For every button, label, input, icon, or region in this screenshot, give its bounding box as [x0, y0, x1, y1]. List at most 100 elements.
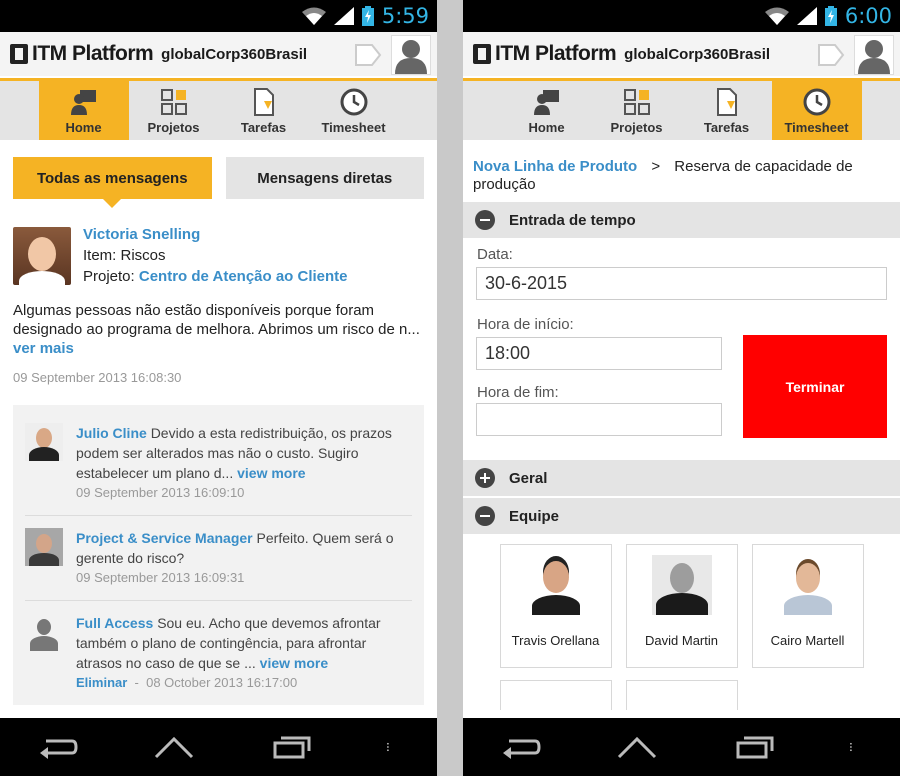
- back-icon[interactable]: [499, 733, 543, 761]
- comment-timestamp: 09 September 2013 16:09:10: [76, 485, 245, 500]
- delete-comment-link[interactable]: Eliminar: [76, 675, 127, 690]
- recent-apps-icon[interactable]: [269, 733, 313, 761]
- time-entry-form: Data: 30-6-2015 Hora de início: 18:00 Ho…: [463, 238, 900, 460]
- system-nav-bar: [0, 718, 437, 776]
- overflow-menu-icon[interactable]: [385, 733, 401, 761]
- phone-screen-timesheet: 6:00 ITM Platform globalCorp360Brasil Ho…: [463, 0, 900, 776]
- tab-all-messages[interactable]: Todas as mensagens: [13, 157, 212, 208]
- member-name: David Martin: [645, 633, 718, 648]
- commenter-photo[interactable]: [25, 528, 63, 566]
- post-body: Algumas pessoas não estão disponíveis po…: [13, 302, 420, 338]
- comment-author-link[interactable]: Julio Cline: [76, 425, 147, 441]
- team-grid: Travis Orellana David Martin Cairo Marte…: [463, 534, 900, 668]
- tab-timesheet[interactable]: Timesheet: [771, 81, 862, 140]
- expand-icon: [475, 468, 495, 488]
- commenter-photo[interactable]: [25, 423, 63, 461]
- section-title: Geral: [509, 469, 548, 487]
- clock-icon: [803, 88, 830, 116]
- itm-logo[interactable]: ITM Platform: [473, 42, 617, 66]
- section-time-entry-header[interactable]: Entrada de tempo: [463, 202, 900, 238]
- team-grid-next-row: [463, 668, 900, 710]
- section-team-header[interactable]: Equipe: [463, 498, 900, 534]
- home-button-icon[interactable]: [615, 733, 659, 761]
- home-button-icon[interactable]: [152, 733, 196, 761]
- breadcrumb-separator: >: [651, 158, 661, 175]
- breadcrumb: Nova Linha de Produto > Reserva de capac…: [463, 143, 900, 202]
- comment-item: Full Access Sou eu. Acho que devemos afr…: [25, 601, 412, 705]
- company-name: globalCorp360Brasil: [624, 45, 771, 63]
- tab-tasks[interactable]: Tarefas: [682, 81, 772, 140]
- tab-home[interactable]: Home: [502, 81, 592, 140]
- comment-author-link[interactable]: Project & Service Manager: [76, 530, 253, 546]
- date-label: Data:: [477, 246, 513, 263]
- tag-icon[interactable]: [817, 42, 845, 68]
- member-photo: [651, 555, 712, 615]
- comment-author-link[interactable]: Full Access: [76, 615, 153, 631]
- end-time-field[interactable]: [476, 403, 722, 436]
- company-name: globalCorp360Brasil: [161, 45, 308, 63]
- item-value: Riscos: [120, 247, 166, 264]
- back-icon[interactable]: [36, 733, 80, 761]
- team-member-card[interactable]: [499, 680, 612, 710]
- finish-button[interactable]: Terminar: [743, 335, 887, 438]
- recent-apps-icon[interactable]: [732, 733, 776, 761]
- team-member-card[interactable]: Travis Orellana: [499, 544, 612, 668]
- section-title: Entrada de tempo: [509, 211, 636, 229]
- home-icon: [70, 90, 96, 115]
- comment-item: Julio Cline Devido a esta redistribuição…: [25, 411, 412, 516]
- tab-tasks[interactable]: Tarefas: [219, 81, 309, 140]
- team-member-card[interactable]: Cairo Martell: [751, 544, 864, 668]
- tag-icon[interactable]: [354, 42, 382, 68]
- breadcrumb-parent-link[interactable]: Nova Linha de Produto: [473, 158, 637, 175]
- commenter-photo[interactable]: [25, 613, 63, 651]
- member-name: Cairo Martell: [770, 633, 845, 648]
- user-avatar[interactable]: [391, 35, 431, 75]
- author-photo[interactable]: [13, 227, 71, 285]
- tab-label: Home: [528, 120, 565, 135]
- post-timestamp: 09 September 2013 16:08:30: [13, 370, 182, 385]
- collapse-icon: [475, 506, 495, 526]
- logo-mark-icon: [473, 44, 491, 64]
- start-time-field[interactable]: 18:00: [476, 337, 722, 370]
- date-field[interactable]: 30-6-2015: [476, 267, 887, 300]
- overflow-menu-icon[interactable]: [848, 733, 864, 761]
- team-member-card[interactable]: [625, 680, 738, 710]
- tab-direct-messages[interactable]: Mensagens diretas: [225, 157, 424, 199]
- signal-icon: [796, 7, 817, 25]
- brand-name: ITM Platform: [495, 42, 617, 65]
- team-member-card[interactable]: [752, 680, 864, 710]
- tab-projects[interactable]: Projetos: [592, 81, 682, 140]
- user-silhouette-icon: [858, 40, 890, 74]
- status-bar: 5:59: [0, 0, 437, 32]
- tab-label: Home: [65, 120, 102, 135]
- signal-icon: [333, 7, 354, 25]
- see-more-link[interactable]: ver mais: [13, 340, 74, 357]
- tab-label: Projetos: [147, 120, 200, 135]
- message-post: Victoria Snelling Item: Riscos Projeto: …: [0, 199, 437, 385]
- clock-time: 6:00: [844, 4, 892, 28]
- section-general-header[interactable]: Geral: [463, 460, 900, 496]
- system-nav-bar: [463, 718, 900, 776]
- tab-label: Timesheet: [784, 120, 849, 135]
- tab-timesheet[interactable]: Timesheet: [309, 81, 399, 140]
- main-nav: Home Projetos Tarefas Timesheet: [463, 78, 900, 140]
- item-label: Item:: [83, 247, 117, 264]
- timesheet-content: Nova Linha de Produto > Reserva de capac…: [463, 143, 900, 718]
- itm-logo[interactable]: ITM Platform: [10, 42, 154, 66]
- project-link[interactable]: Centro de Atenção ao Cliente: [139, 268, 348, 285]
- main-nav: Home Projetos Tarefas Timesheet: [0, 78, 437, 140]
- battery-icon: [824, 6, 837, 26]
- projects-icon: [160, 89, 187, 115]
- view-more-link[interactable]: view more: [237, 465, 305, 481]
- project-label: Projeto:: [83, 268, 135, 285]
- tasks-icon: [253, 88, 274, 116]
- team-member-card[interactable]: David Martin: [625, 544, 738, 668]
- tab-projects[interactable]: Projetos: [129, 81, 219, 140]
- view-more-link[interactable]: view more: [260, 655, 328, 671]
- tab-label: Timesheet: [321, 120, 386, 135]
- comment-timestamp: 08 October 2013 16:17:00: [146, 675, 298, 690]
- clock-icon: [340, 88, 367, 116]
- tab-home[interactable]: Home: [38, 81, 129, 140]
- post-author-link[interactable]: Victoria Snelling: [83, 224, 348, 245]
- user-avatar[interactable]: [854, 35, 894, 75]
